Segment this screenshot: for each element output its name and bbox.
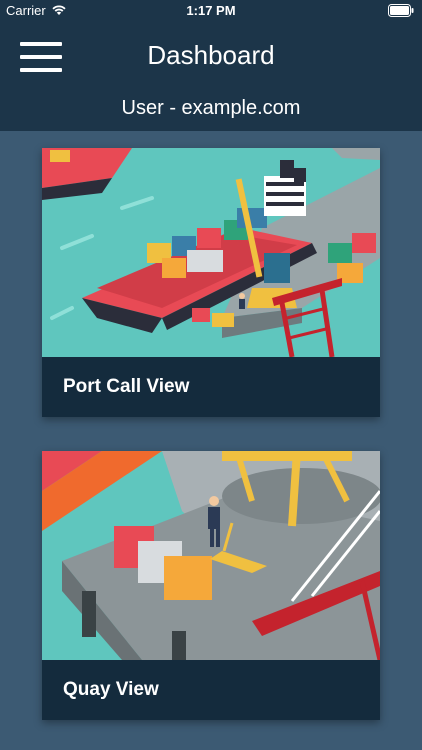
port-call-view-label: Port Call View	[42, 357, 380, 417]
quay-view-card[interactable]: Quay View	[42, 451, 380, 720]
quay-crane-illustration	[42, 451, 380, 660]
quay-view-label: Quay View	[42, 660, 380, 720]
battery-icon	[388, 4, 414, 17]
user-label: User - example.com	[121, 97, 301, 119]
status-time: 1:17 PM	[186, 3, 236, 18]
container-ship-illustration	[42, 148, 380, 357]
status-bar: Carrier 1:17 PM	[0, 0, 422, 22]
app-header: Carrier 1:17 PM Dashboard User - example…	[0, 0, 422, 131]
page-title: Dashboard	[147, 40, 275, 70]
port-call-view-card[interactable]: Port Call View	[42, 148, 380, 417]
